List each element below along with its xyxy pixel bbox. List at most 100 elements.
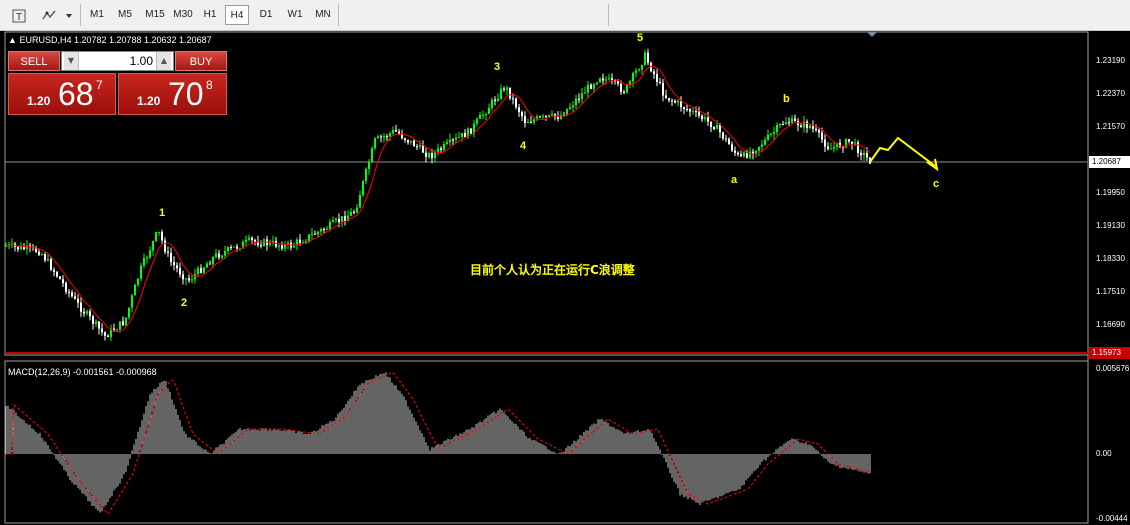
candle-body <box>548 114 550 117</box>
candle-body <box>362 180 364 195</box>
candle-body <box>590 84 592 89</box>
candle-body <box>158 231 160 233</box>
candle-body <box>617 81 619 84</box>
candle-body <box>446 142 448 144</box>
candle-body <box>338 219 340 222</box>
candle-body <box>218 253 220 258</box>
wave-label-a: a <box>731 174 738 186</box>
candle-body <box>569 107 571 109</box>
candle-body <box>593 84 595 89</box>
candle-body <box>140 265 142 279</box>
buy-price-box[interactable]: 1.20 70 8 <box>118 73 227 115</box>
lot-increase-arrow-icon[interactable]: ▲ <box>156 52 171 70</box>
candle-body <box>701 115 703 120</box>
candle-body <box>632 73 634 82</box>
candle-body <box>320 228 322 232</box>
timeframe-h1[interactable]: H1 <box>199 5 221 25</box>
candle-body <box>644 52 646 66</box>
shapes-tool-icon[interactable] <box>40 7 58 25</box>
candle-body <box>410 140 412 143</box>
sell-button[interactable]: SELL <box>8 51 60 71</box>
candle-body <box>866 153 868 158</box>
candle-body <box>743 152 745 157</box>
candle-body <box>599 78 601 83</box>
candle-body <box>323 228 325 230</box>
candle-body <box>449 139 451 143</box>
candle-body <box>491 99 493 108</box>
timeframe-mn[interactable]: MN <box>311 5 335 25</box>
candle-body <box>488 107 490 115</box>
timeframe-w1[interactable]: W1 <box>283 5 307 25</box>
candle-body <box>212 256 214 265</box>
candle-body <box>596 82 598 85</box>
buy-button[interactable]: BUY <box>175 51 227 71</box>
candle-body <box>695 111 697 113</box>
price-axis-label: 1.22370 <box>1096 89 1125 98</box>
candle-body <box>782 123 784 125</box>
candle-body <box>725 138 727 140</box>
candle-body <box>707 117 709 122</box>
macd-pane-frame <box>4 360 1089 524</box>
candle-body <box>524 116 526 124</box>
candle-body <box>206 263 208 268</box>
candle-body <box>716 124 718 130</box>
candle-body <box>398 131 400 134</box>
candle-body <box>104 332 106 336</box>
candle-body <box>689 109 691 112</box>
candle-body <box>482 114 484 116</box>
candle-body <box>761 144 763 147</box>
candle-body <box>680 100 682 108</box>
dropdown-arrow-icon[interactable] <box>60 7 78 25</box>
candle-body <box>734 150 736 153</box>
candle-body <box>530 122 532 124</box>
sell-price-box[interactable]: 1.20 68 7 <box>8 73 116 115</box>
candle-body <box>500 88 502 99</box>
text-tool-icon[interactable]: T <box>10 7 28 25</box>
candle-body <box>758 146 760 151</box>
chart-area[interactable]: ▲ EURUSD,H4 1.20782 1.20788 1.20632 1.20… <box>0 31 1130 525</box>
current-price-tag: 1.20687 <box>1089 156 1130 168</box>
collapse-triangle-icon[interactable]: ▲ <box>8 35 17 45</box>
macd-indicator-label: MACD(12,26,9) -0.001561 -0.000968 <box>8 367 157 377</box>
candle-body <box>791 118 793 123</box>
candle-body <box>506 87 508 90</box>
timeframe-m1[interactable]: M1 <box>86 5 108 25</box>
lot-size-value[interactable]: 1.00 <box>130 54 153 68</box>
candle-body <box>704 117 706 120</box>
sell-price-prefix: 1.20 <box>27 94 51 108</box>
candle-body <box>494 99 496 101</box>
timeframe-m5[interactable]: M5 <box>113 5 137 25</box>
timeframe-h4[interactable]: H4 <box>225 5 249 25</box>
candle-body <box>698 111 700 116</box>
candle-body <box>557 116 559 120</box>
timeframe-m30[interactable]: M30 <box>170 5 196 25</box>
timeframe-m15[interactable]: M15 <box>142 5 168 25</box>
candle-body <box>533 119 535 123</box>
candle-body <box>686 108 688 110</box>
candle-body <box>638 69 640 71</box>
candle-body <box>476 118 478 124</box>
candle-body <box>461 133 463 138</box>
candle-body <box>389 133 391 137</box>
price-axis-label: 1.16690 <box>1096 320 1125 329</box>
wave-label-5: 5 <box>637 32 644 44</box>
svg-text:T: T <box>16 12 22 23</box>
timeframe-d1[interactable]: D1 <box>254 5 278 25</box>
candle-body <box>431 153 433 158</box>
lot-decrease-arrow-icon[interactable]: ▼ <box>64 52 79 70</box>
candle-body <box>539 116 541 118</box>
candle-body <box>83 311 85 314</box>
candle-body <box>332 220 334 223</box>
candle-body <box>179 268 181 275</box>
candle-body <box>251 237 253 241</box>
candle-body <box>272 241 274 243</box>
wave-label-3: 3 <box>494 61 501 73</box>
candle-body <box>170 252 172 263</box>
lot-size-field[interactable]: ▼ 1.00 ▲ <box>61 51 174 71</box>
candle-body <box>515 98 517 108</box>
candle-body <box>521 112 523 117</box>
price-axis-label: 1.17510 <box>1096 287 1125 296</box>
toolbar-separator <box>608 4 609 26</box>
macd-axis-label: 0.005676 <box>1096 364 1130 373</box>
candle-body <box>254 240 256 242</box>
